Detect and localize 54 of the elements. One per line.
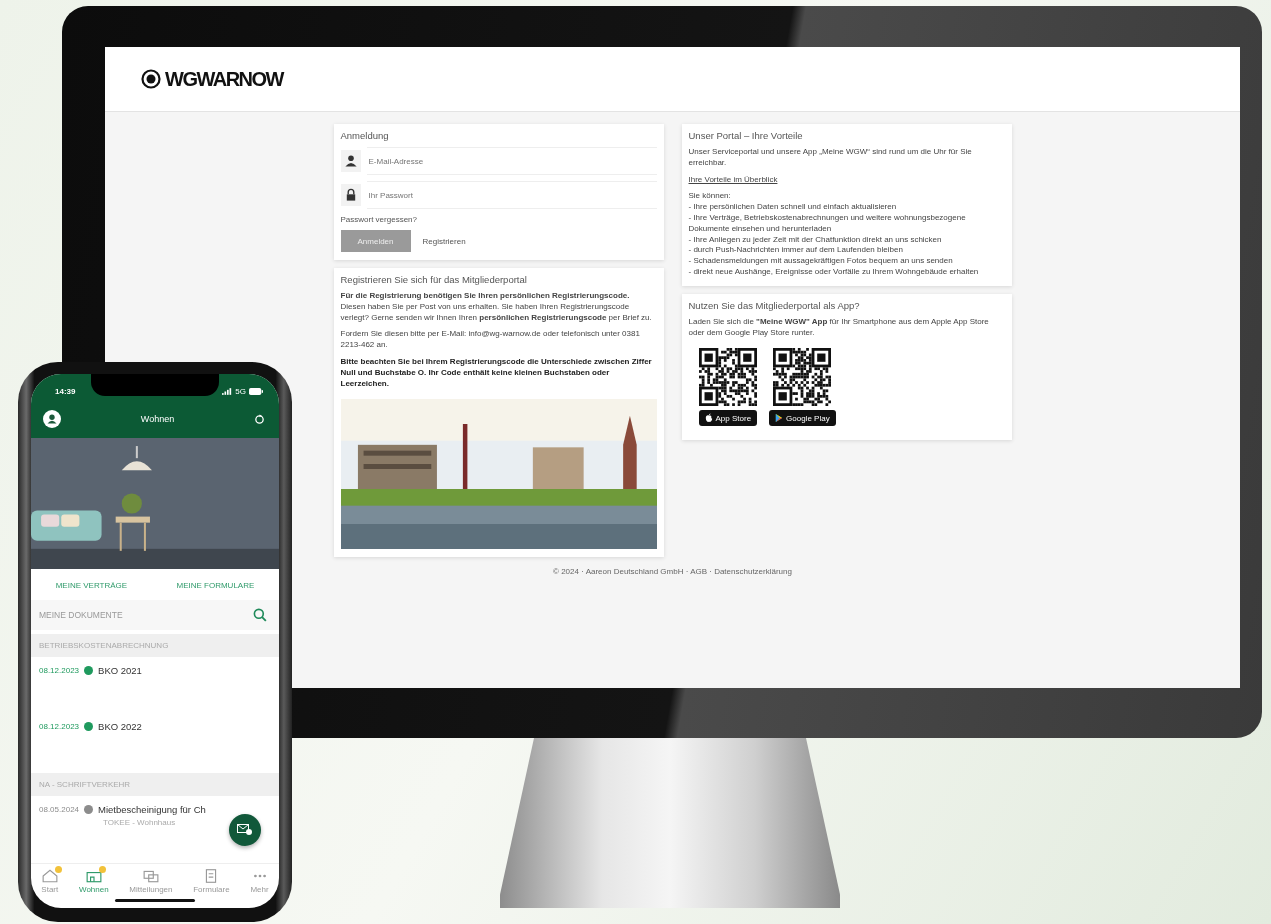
battery-icon — [249, 387, 263, 395]
app-title: Wohnen — [140, 414, 175, 424]
section-header: BETRIEBSKOSTENABRECHNUNG — [31, 634, 279, 657]
refresh-icon[interactable] — [254, 413, 265, 425]
benefit-item: - Ihre Anliegen zu jeder Zeit mit der Chatfunktion direkt an uns schicken — [688, 234, 943, 246]
benefit-item: - Ihre Verträge, Betriebskostenabrechnungen und weitere wohnungsbezogene Dokumente einsehen und herunterladen — [688, 213, 967, 235]
network-label: 5G — [235, 386, 246, 396]
document-item[interactable]: 08.05.2024 Mietbescheinigung für Ch TOKEE - Wohnhaus — [31, 796, 279, 835]
play-icon — [775, 413, 784, 424]
documents-title: MEINE DOKUMENTE — [39, 610, 123, 620]
email-field[interactable]: E-Mail-Adresse — [366, 147, 657, 175]
benefit-item: - direkt neue Aushänge, Ereignisse oder Vorfälle zu Ihrem Wohngebäude erhalten — [688, 266, 980, 278]
password-field[interactable]: Ihr Passwort — [366, 181, 657, 209]
logo-text: WGWARNOW — [165, 67, 283, 91]
benefit-item: - Ihre persönlichen Daten schnell und einfach aktualisieren — [688, 202, 898, 213]
footer-text: © 2024 · Aareon Deutschland GmbH · AGB · Datenschutzerklärung — [552, 567, 793, 577]
app-text: Laden Sie sich die "Meine WGW" App für Ihr Smartphone aus dem Apple App Store oder dem Google Play Store runter. — [688, 316, 990, 339]
section-header: NA - SCHRIFTVERKEHR — [31, 773, 279, 796]
status-time: 14:39 — [55, 386, 76, 396]
benefit-item: - durch Push-Nachrichten immer auf dem Laufenden bleiben — [688, 245, 904, 257]
section-link[interactable]: MEINE FORMULARE — [176, 581, 255, 590]
register-link[interactable]: Registrieren — [422, 236, 466, 246]
home-icon — [41, 869, 58, 883]
register-paragraph: Für die Registrierung benötigen Sie Ihren persönlichen Registrierungscode. Diesen haben Sie per Post von uns erhalten. Sie haben Ihren Registrierungscode verlegt? Gerne senden wir Ihnen Ihren persönlichen Registrierungscode per Brief zu. — [340, 291, 653, 324]
building-icon — [85, 869, 102, 883]
intro-text: Unser Serviceportal und unsere App „Meine WGW“ sind rund um die Uhr für Sie erreichbar. — [688, 147, 973, 169]
qr-code-icon — [698, 348, 757, 407]
mail-settings-button[interactable] — [229, 814, 261, 846]
card-title: Registrieren Sie sich für das Mitgliederportal — [340, 274, 528, 285]
document-item[interactable]: 08.12.2023 BKO 2022 — [31, 713, 279, 769]
qr-code-icon — [773, 348, 832, 407]
benefit-item: - Schadensmeldungen mit aussagekräftigen Fotos bequem an uns senden — [688, 256, 954, 267]
messages-icon — [142, 869, 159, 883]
forgot-password-link[interactable]: Passwort vergessen? — [340, 215, 657, 224]
store-badge[interactable]: App Store — [698, 410, 758, 427]
section-link[interactable]: MEINE VERTRÄGE — [55, 581, 128, 590]
card-title: Anmeldung — [340, 130, 390, 141]
register-paragraph: Bitte beachten Sie bei Ihrem Registrierungscode die Unterschiede zwischen Ziffer Null und Buchstabe O. Ihr Code enthält keine kleinen Buchstaben oder Leerzeichen. — [340, 357, 653, 390]
benefits-link[interactable]: Ihre Vorteile im Überblick — [688, 174, 1005, 186]
search-icon[interactable] — [253, 608, 267, 622]
nav-tab[interactable]: Wohnen — [79, 869, 109, 894]
card-title: Unser Portal – Ihre Vorteile — [688, 130, 804, 141]
lock-icon — [340, 184, 361, 206]
apple-icon — [704, 413, 713, 424]
signal-icon — [222, 387, 233, 395]
logo-icon — [141, 69, 161, 89]
store-badge[interactable]: Google Play — [769, 410, 836, 427]
register-paragraph: Fordern Sie diesen bitte per E-Mail: info@wg-warnow.de oder telefonisch unter 0381 2213-462 an. — [340, 329, 641, 351]
mail-icon — [237, 824, 253, 836]
list-lead: Sie können: — [688, 191, 732, 203]
user-icon — [340, 150, 361, 172]
avatar-icon[interactable] — [43, 410, 61, 428]
card-title: Nutzen Sie das Mitgliederportal als App? — [688, 299, 861, 311]
document-item[interactable]: 08.12.2023 BKO 2021 — [31, 657, 279, 713]
